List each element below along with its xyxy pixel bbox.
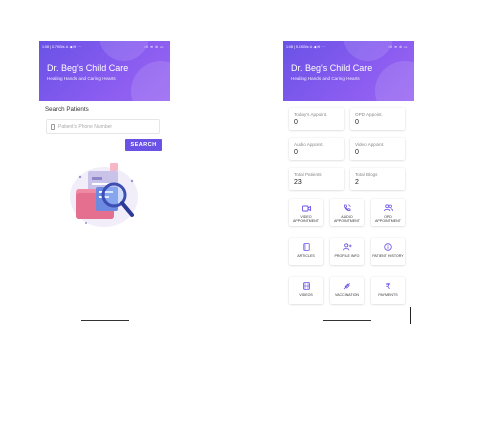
status-system-icons: ıll ≋ ⊜ ▭ [144,45,164,49]
film-icon [301,281,311,291]
tile-label: PATIENT HISTORY [372,254,404,258]
articles-tile[interactable]: ARTICLES [289,238,323,265]
stat-value: 0 [355,149,359,156]
tile-label: PAYMENTS [378,293,398,297]
tile-label: ARTICLES [297,254,315,258]
status-system-icons: ıll ≋ ⊜ ▭ [388,45,408,49]
stat-value: 0 [294,149,298,156]
tile-label: VIDEOS [299,293,313,297]
book-icon [301,242,311,252]
app-subtitle: Healing Hands and Caring Hearts [47,76,116,81]
search-screen: 1:08 | 0.7KB/s ⊙ ◀ ✉ ··· ıll ≋ ⊜ ▭ Dr. B… [39,41,170,329]
phone-number-input[interactable]: Patient's Phone Number [46,119,160,134]
phone-number-placeholder: Patient's Phone Number [58,123,113,130]
tile-label: PROFILE INFO [334,254,360,258]
tile-label: VIDEO APPOINTMENT [293,215,319,224]
stat-video-appointments[interactable]: Video Appoint. 0 [350,138,405,160]
tile-label: VACCINATION [334,293,360,297]
stat-total-patients[interactable]: Total Patients 23 [289,168,344,190]
stat-label: Today's Appoint. [294,112,328,117]
videos-tile[interactable]: VIDEOS [289,277,323,304]
stat-label: OPD Appoint. [355,112,383,117]
status-time: 1:08 | 0.7KB/s ⊙ ◀ ✉ ··· [42,45,81,49]
info-icon [383,242,393,252]
people-icon [383,203,393,213]
home-indicator[interactable] [323,320,371,322]
add-person-icon [342,242,352,252]
stat-todays-appointments[interactable]: Today's Appoint. 0 [289,108,344,130]
opd-appointment-tile[interactable]: OPD APPOINTMENT [371,199,405,226]
stat-value: 23 [294,179,302,186]
stat-audio-appointments[interactable]: Audio Appoint. 0 [289,138,344,160]
profile-info-tile[interactable]: PROFILE INFO [330,238,364,265]
search-illustration [70,163,138,227]
stat-value: 0 [355,119,359,126]
stat-label: Video Appoint. [355,142,385,147]
video-appointment-tile[interactable]: VIDEO APPOINTMENT [289,199,323,226]
rupee-icon: ₹ [385,281,391,291]
vaccination-tile[interactable]: VACCINATION [330,277,364,304]
phone-call-icon [342,203,352,213]
search-button[interactable]: SEARCH [125,139,162,151]
tile-label: AUDIO APPOINTMENT [334,215,360,224]
phone-icon [51,123,55,130]
stat-label: Total Blogs [355,172,378,177]
dashboard-screen: 1:08 | 5.1KB/s ⊙ ◀ ✉ ··· ıll ≋ ⊜ ▭ Dr. B… [283,41,414,329]
text-cursor [410,307,411,324]
search-patients-label: Search Patients [45,106,89,113]
stat-label: Total Patients [294,172,322,177]
status-time: 1:08 | 5.1KB/s ⊙ ◀ ✉ ··· [286,45,325,49]
app-header: 1:08 | 5.1KB/s ⊙ ◀ ✉ ··· ıll ≋ ⊜ ▭ Dr. B… [283,41,414,101]
stat-label: Audio Appoint. [294,142,324,147]
app-header: 1:08 | 0.7KB/s ⊙ ◀ ✉ ··· ıll ≋ ⊜ ▭ Dr. B… [39,41,170,101]
stat-opd-appointments[interactable]: OPD Appoint. 0 [350,108,405,130]
syringe-icon [342,281,352,291]
payments-tile[interactable]: ₹ PAYMENTS [371,277,405,304]
app-subtitle: Healing Hands and Caring Hearts [291,76,360,81]
tile-label: OPD APPOINTMENT [375,215,401,224]
stat-total-blogs[interactable]: Total Blogs 2 [350,168,405,190]
stat-value: 0 [294,119,298,126]
home-indicator[interactable] [81,320,129,322]
stat-value: 2 [355,179,359,186]
patient-history-tile[interactable]: PATIENT HISTORY [371,238,405,265]
video-camera-icon [301,203,311,213]
audio-appointment-tile[interactable]: AUDIO APPOINTMENT [330,199,364,226]
